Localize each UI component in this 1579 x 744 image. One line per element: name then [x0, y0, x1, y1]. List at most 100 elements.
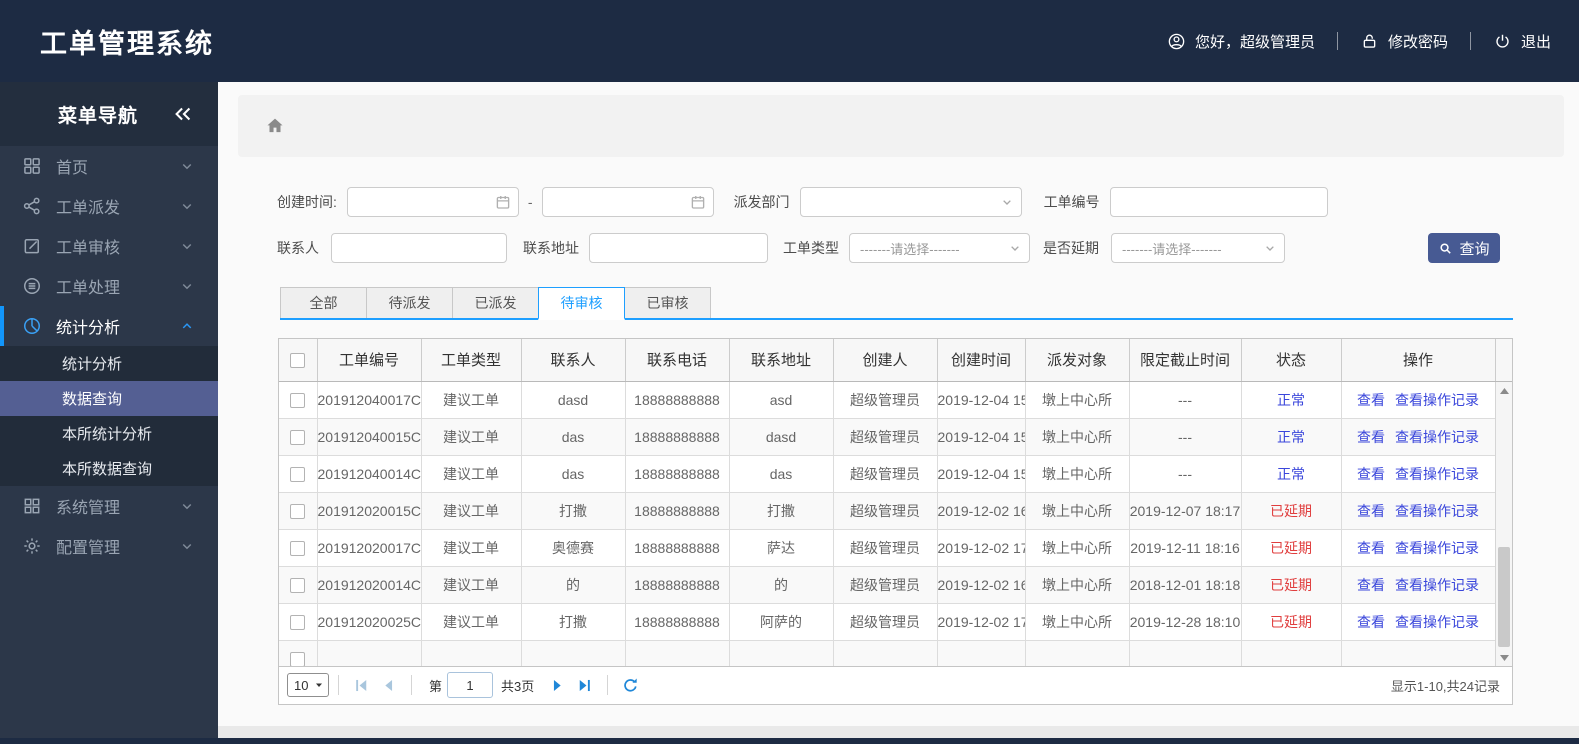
view-link[interactable]: 查看	[1357, 429, 1385, 445]
scroll-down-icon[interactable]	[1496, 650, 1512, 665]
chevron-down-icon	[178, 277, 196, 295]
view-log-link[interactable]: 查看操作记录	[1395, 540, 1479, 556]
view-log-link[interactable]: 查看操作记录	[1395, 466, 1479, 482]
row-checkbox[interactable]	[290, 467, 306, 483]
sidebar-subitem-branch-stats[interactable]: 本所统计分析	[0, 416, 218, 451]
view-link[interactable]: 查看	[1357, 392, 1385, 408]
cell-phone: 18888888888	[625, 418, 730, 456]
view-log-link[interactable]: 查看操作记录	[1395, 614, 1479, 630]
table-scrollbar[interactable]	[1495, 382, 1512, 666]
row-checkbox[interactable]	[290, 504, 306, 520]
row-checkbox[interactable]	[290, 541, 306, 557]
sidebar-item-label: 工单审核	[56, 240, 121, 257]
sidebar: 菜单导航 首页 工单派发 工单审核 工单处理 统计分析 统计分析 数据查询 本所统计分析 本所数…	[0, 82, 218, 738]
order-type-select[interactable]: -------请选择-------	[849, 233, 1030, 263]
cell-contact: das	[521, 418, 626, 456]
view-log-link[interactable]: 查看操作记录	[1395, 577, 1479, 593]
change-password-link[interactable]: 修改密码	[1360, 31, 1448, 52]
view-link[interactable]: 查看	[1357, 540, 1385, 556]
sidebar-subitem-stats-analysis[interactable]: 统计分析	[0, 346, 218, 381]
cell-creator: 超级管理员	[833, 603, 938, 641]
view-log-link[interactable]: 查看操作记录	[1395, 392, 1479, 408]
status-badge: 正常	[1277, 466, 1305, 482]
column-header: 操作	[1341, 339, 1496, 382]
share-icon	[22, 196, 42, 216]
cell-creator: 超级管理员	[833, 455, 938, 493]
cell-creator: 超级管理员	[833, 529, 938, 567]
view-link[interactable]: 查看	[1357, 577, 1385, 593]
sidebar-item-system[interactable]: 系统管理	[0, 486, 218, 526]
sidebar-item-config[interactable]: 配置管理	[0, 526, 218, 566]
status-cell: 正常	[1241, 455, 1342, 493]
prev-page-button[interactable]	[379, 676, 398, 695]
tab-reviewed[interactable]: 已审核	[624, 287, 711, 318]
collapse-sidebar-icon[interactable]	[172, 103, 194, 125]
row-checkbox[interactable]	[290, 430, 306, 446]
checkbox-cell	[279, 418, 318, 456]
row-checkbox[interactable]	[290, 652, 306, 666]
tab-dispatched[interactable]: 已派发	[452, 287, 539, 318]
order-no-label: 工单编号	[1043, 194, 1100, 210]
delay-select[interactable]: -------请选择-------	[1111, 233, 1285, 263]
cell-dispatch-target: 墩上中心所	[1025, 603, 1130, 641]
view-link[interactable]: 查看	[1357, 614, 1385, 630]
divider	[607, 675, 609, 695]
dispatch-dept-select[interactable]	[799, 187, 1022, 217]
sidebar-item-process[interactable]: 工单处理	[0, 266, 218, 306]
row-checkbox[interactable]	[290, 615, 306, 631]
chevron-up-icon	[178, 317, 196, 335]
address-input[interactable]	[589, 233, 768, 263]
refresh-icon[interactable]	[621, 676, 640, 695]
filter-form: 创建时间: - 派发部门 工单编号 联系人 联系地址 工单类型 -------请…	[218, 187, 1579, 263]
search-button[interactable]: 查询	[1428, 233, 1500, 263]
page-size-select[interactable]: 10	[287, 673, 329, 697]
sidebar-item-label: 首页	[56, 160, 89, 177]
sidebar-item-dispatch[interactable]: 工单派发	[0, 186, 218, 226]
view-log-link[interactable]: 查看操作记录	[1395, 503, 1479, 519]
sidebar-item-stats[interactable]: 统计分析	[0, 306, 218, 346]
row-checkbox[interactable]	[290, 393, 306, 409]
sidebar-item-review[interactable]: 工单审核	[0, 226, 218, 266]
status-cell: 已延期	[1241, 529, 1342, 567]
logout-label: 退出	[1520, 33, 1551, 51]
cell-address: das	[729, 455, 834, 493]
cell-created-time: 2019-12-02 16	[937, 566, 1026, 604]
current-page-input[interactable]	[447, 672, 494, 698]
checkbox-cell	[279, 566, 318, 604]
lock-icon	[1360, 32, 1379, 51]
actions-cell: 查看 查看操作记录	[1341, 529, 1495, 567]
scrollbar-spacer-cell	[1495, 339, 1512, 382]
calendar-icon[interactable]	[494, 193, 512, 211]
row-checkbox[interactable]	[290, 578, 306, 594]
tab-all[interactable]: 全部	[280, 287, 367, 318]
view-link[interactable]: 查看	[1357, 466, 1385, 482]
status-badge: 已延期	[1270, 577, 1312, 593]
tab-pending-review[interactable]: 待审核	[538, 287, 625, 320]
status-cell: 已延期	[1241, 566, 1342, 604]
view-link[interactable]: 查看	[1357, 503, 1385, 519]
sidebar-item-home[interactable]: 首页	[0, 146, 218, 186]
contact-input[interactable]	[331, 233, 507, 263]
order-no-input[interactable]	[1109, 187, 1328, 217]
last-page-button[interactable]	[575, 676, 594, 695]
tab-pending-dispatch[interactable]: 待派发	[366, 287, 453, 318]
scroll-up-icon[interactable]	[1496, 383, 1512, 398]
home-icon[interactable]	[264, 115, 286, 137]
calendar-icon[interactable]	[689, 193, 707, 211]
first-page-button[interactable]	[352, 676, 371, 695]
cell-deadline: 2019-12-11 18:16	[1129, 529, 1242, 567]
process-icon	[22, 276, 42, 296]
cell-deadline: 2019-12-07 18:17	[1129, 492, 1242, 530]
work-order-table: 工单编号 工单类型 联系人 联系电话 联系地址 创建人 创建时间 派发对象 限定截止时间 状态 操作…	[278, 338, 1513, 705]
view-log-link[interactable]: 查看操作记录	[1395, 429, 1479, 445]
search-button-label: 查询	[1459, 240, 1490, 258]
sidebar-subitem-branch-data-query[interactable]: 本所数据查询	[0, 451, 218, 486]
next-page-button[interactable]	[548, 676, 567, 695]
actions-cell: 查看 查看操作记录	[1341, 603, 1495, 641]
logout-link[interactable]: 退出	[1493, 31, 1551, 52]
select-all-checkbox[interactable]	[290, 352, 306, 368]
scrollbar-thumb[interactable]	[1498, 547, 1510, 647]
cell-contact: dasd	[521, 381, 626, 419]
sidebar-subitem-data-query[interactable]: 数据查询	[0, 381, 218, 416]
chevron-down-icon	[178, 237, 196, 255]
